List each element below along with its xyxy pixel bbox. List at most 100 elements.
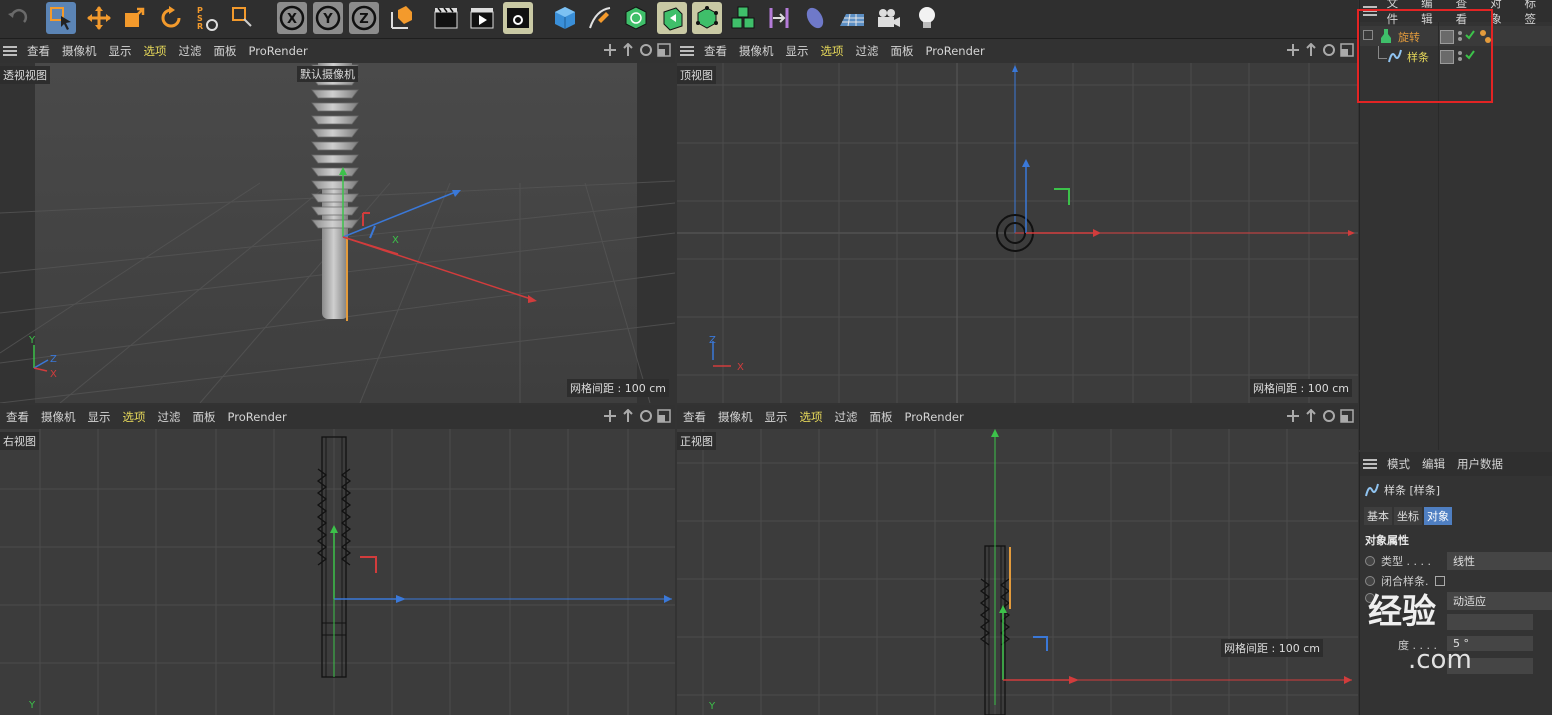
light-icon[interactable]	[912, 2, 942, 34]
menu-display[interactable]: 显示	[780, 43, 815, 59]
select-tool-icon[interactable]	[46, 2, 76, 34]
animate-radio[interactable]	[1365, 556, 1375, 566]
subdivision-surface-icon[interactable]	[621, 2, 651, 34]
render-settings-icon[interactable]	[503, 2, 533, 34]
menu-camera[interactable]: 摄像机	[712, 409, 759, 425]
pan-icon[interactable]	[1286, 43, 1300, 57]
tab-object[interactable]: 对象	[1424, 507, 1452, 525]
cloner-icon[interactable]	[692, 2, 722, 34]
render-view-icon[interactable]	[431, 2, 461, 34]
dolly-icon[interactable]	[1304, 408, 1318, 423]
menu-display[interactable]: 显示	[759, 409, 794, 425]
menu-options[interactable]: 选项	[138, 43, 173, 59]
scale-tool-icon[interactable]	[119, 2, 149, 34]
number-field[interactable]	[1447, 614, 1533, 630]
menu-view[interactable]: 查看	[677, 409, 712, 425]
menu-prorender[interactable]: ProRender	[243, 44, 314, 58]
menu-options[interactable]: 选项	[117, 409, 152, 425]
tab-basic[interactable]: 基本	[1364, 507, 1392, 525]
orbit-icon[interactable]	[1322, 409, 1336, 423]
dolly-icon[interactable]	[1304, 42, 1318, 57]
camera-label[interactable]: 默认摄像机	[297, 66, 358, 82]
menu-camera[interactable]: 摄像机	[733, 43, 780, 59]
perspective-canvas[interactable]: X Y Z X	[0, 63, 675, 403]
menu-filter[interactable]: 过滤	[850, 43, 885, 59]
mograph-cubes-icon[interactable]	[728, 2, 758, 34]
front-canvas[interactable]: Y	[677, 429, 1358, 715]
viewport-front[interactable]: 查看 摄像机 显示 选项 过滤 面板 ProRender Y 正视图 网格间距 …	[677, 405, 1358, 715]
menu-panel[interactable]: 面板	[885, 43, 920, 59]
svg-text:X: X	[50, 369, 57, 380]
viewport-right[interactable]: 查看 摄像机 显示 选项 过滤 面板 ProRender Y 右视图	[0, 405, 675, 715]
menu-icon[interactable]	[680, 46, 694, 56]
menu-display[interactable]: 显示	[103, 43, 138, 59]
orbit-icon[interactable]	[639, 409, 653, 423]
dolly-icon[interactable]	[621, 42, 635, 57]
maximize-icon[interactable]	[657, 409, 671, 423]
menu-view[interactable]: 查看	[21, 43, 56, 59]
menu-prorender[interactable]: ProRender	[920, 44, 991, 58]
top-canvas[interactable]: Z X	[677, 63, 1358, 403]
tab-coord[interactable]: 坐标	[1394, 507, 1422, 525]
attribute-object-title: 样条 [样条]	[1364, 482, 1440, 498]
rotate-tool-icon[interactable]	[156, 2, 186, 34]
menu-panel[interactable]: 面板	[208, 43, 243, 59]
camera-icon[interactable]	[873, 2, 903, 34]
pan-icon[interactable]	[1286, 409, 1300, 423]
lock-x-axis-button[interactable]: X	[277, 2, 307, 34]
menu-options[interactable]: 选项	[794, 409, 829, 425]
pen-spline-icon[interactable]	[585, 2, 615, 34]
field-icon[interactable]	[800, 2, 830, 34]
maximize-icon[interactable]	[1340, 409, 1354, 423]
right-canvas[interactable]: Y	[0, 429, 675, 715]
floor-icon[interactable]	[837, 2, 867, 34]
menu-panel[interactable]: 面板	[864, 409, 899, 425]
menu-icon[interactable]	[1363, 459, 1377, 469]
pan-icon[interactable]	[603, 43, 617, 57]
render-picture-viewer-icon[interactable]	[467, 2, 497, 34]
svg-text:Y: Y	[708, 701, 716, 712]
svg-text:Z: Z	[709, 335, 716, 346]
am-menu-edit[interactable]: 编辑	[1416, 456, 1451, 472]
viewport-top[interactable]: 查看 摄像机 显示 选项 过滤 面板 ProRender Z X 顶视图 网格间…	[677, 39, 1358, 403]
menu-prorender[interactable]: ProRender	[899, 410, 970, 424]
menu-camera[interactable]: 摄像机	[35, 409, 82, 425]
orbit-icon[interactable]	[639, 43, 653, 57]
pan-icon[interactable]	[603, 409, 617, 423]
lock-y-axis-button[interactable]: Y	[313, 2, 343, 34]
watermark-domain: .com	[1408, 645, 1472, 675]
move-tool-icon[interactable]	[84, 2, 114, 34]
menu-filter[interactable]: 过滤	[173, 43, 208, 59]
live-select-icon[interactable]	[228, 2, 258, 34]
extrude-generator-icon[interactable]	[657, 2, 687, 34]
maximize-icon[interactable]	[1340, 43, 1354, 57]
interpolation-dropdown[interactable]: 动适应	[1447, 592, 1552, 610]
om-menu-tag[interactable]: 标签	[1519, 0, 1552, 27]
closed-spline-checkbox[interactable]	[1434, 576, 1445, 586]
am-menu-userdata[interactable]: 用户数据	[1451, 456, 1509, 472]
menu-filter[interactable]: 过滤	[829, 409, 864, 425]
menu-camera[interactable]: 摄像机	[56, 43, 103, 59]
orbit-icon[interactable]	[1322, 43, 1336, 57]
menu-view[interactable]: 查看	[0, 409, 35, 425]
menu-panel[interactable]: 面板	[187, 409, 222, 425]
menu-display[interactable]: 显示	[82, 409, 117, 425]
deformer-icon[interactable]	[764, 2, 794, 34]
cube-primitive-icon[interactable]	[550, 2, 580, 34]
menu-prorender[interactable]: ProRender	[222, 410, 293, 424]
am-menu-mode[interactable]: 模式	[1381, 456, 1416, 472]
viewport-perspective[interactable]: 查看 摄像机 显示 选项 过滤 面板 ProRender X Y Z X 透视视…	[0, 39, 675, 403]
section-title: 对象属性	[1365, 534, 1409, 547]
lock-z-axis-button[interactable]: Z	[349, 2, 379, 34]
menu-view[interactable]: 查看	[698, 43, 733, 59]
viewport-menubar: 查看 摄像机 显示 选项 过滤 面板 ProRender	[677, 39, 1358, 63]
undo-icon[interactable]	[3, 2, 33, 34]
dolly-icon[interactable]	[621, 408, 635, 423]
coordinate-system-icon[interactable]	[386, 2, 416, 34]
type-dropdown[interactable]: 线性	[1447, 552, 1552, 570]
menu-icon[interactable]	[3, 46, 17, 56]
maximize-icon[interactable]	[657, 43, 671, 57]
psr-icon[interactable]: PSR	[192, 2, 222, 34]
menu-filter[interactable]: 过滤	[152, 409, 187, 425]
menu-options[interactable]: 选项	[815, 43, 850, 59]
